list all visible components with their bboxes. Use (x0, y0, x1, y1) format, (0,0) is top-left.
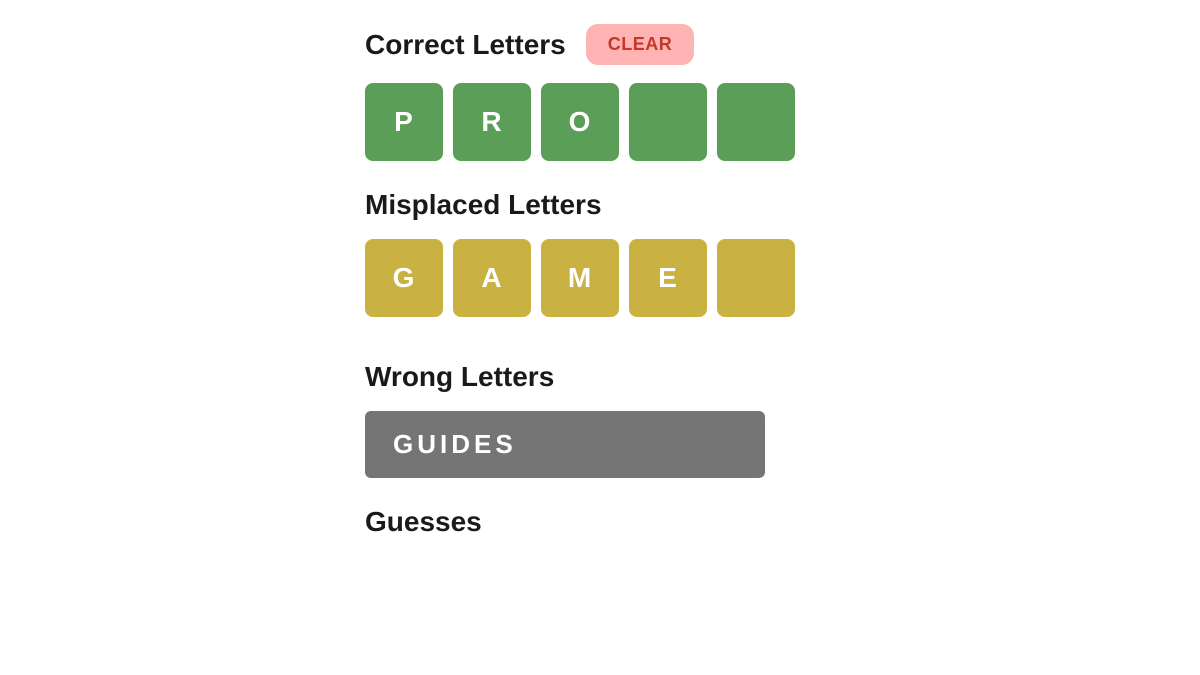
clear-button[interactable]: CLEAR (586, 24, 695, 65)
correct-letters-tiles: P R O (365, 83, 795, 161)
misplaced-tile-5[interactable] (717, 239, 795, 317)
misplaced-tile-3[interactable]: M (541, 239, 619, 317)
misplaced-tile-4[interactable]: E (629, 239, 707, 317)
correct-letters-title: Correct Letters (365, 29, 566, 61)
wrong-letters-bar[interactable]: GUIDES (365, 411, 765, 478)
misplaced-letters-title: Misplaced Letters (365, 189, 602, 221)
misplaced-tile-2[interactable]: A (453, 239, 531, 317)
wrong-letters-section: Wrong Letters GUIDES (365, 349, 765, 506)
misplaced-tile-1[interactable]: G (365, 239, 443, 317)
correct-tile-4[interactable] (629, 83, 707, 161)
correct-tile-2[interactable]: R (453, 83, 531, 161)
misplaced-letters-tiles: G A M E (365, 239, 795, 317)
correct-tile-5[interactable] (717, 83, 795, 161)
correct-tile-1[interactable]: P (365, 83, 443, 161)
misplaced-letters-header: Misplaced Letters (365, 189, 602, 221)
correct-tile-3[interactable]: O (541, 83, 619, 161)
main-container: Correct Letters CLEAR P R O Misplaced Le… (0, 0, 1200, 538)
wrong-letters-title: Wrong Letters (365, 361, 554, 393)
guesses-title: Guesses (365, 506, 482, 537)
wrong-letters-value: GUIDES (393, 429, 517, 459)
guesses-section: Guesses (365, 506, 482, 538)
correct-letters-header: Correct Letters CLEAR (365, 24, 694, 65)
wrong-letters-header: Wrong Letters (365, 361, 765, 393)
